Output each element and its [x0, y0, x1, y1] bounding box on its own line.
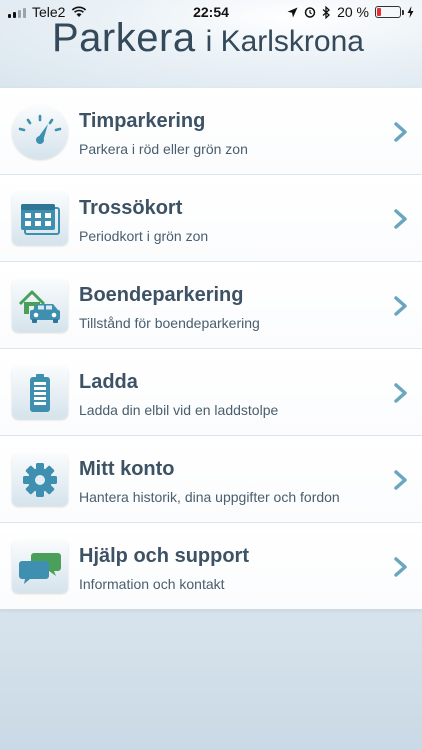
- alarm-icon: [304, 7, 316, 18]
- gear-icon: [12, 453, 68, 506]
- battery-icon: [375, 6, 404, 18]
- charging-bolt-icon: [407, 6, 414, 18]
- battery-percent: 20 %: [337, 4, 369, 20]
- menu-item-boendeparkering[interactable]: Boendeparkering Tillstånd för boendepark…: [0, 262, 422, 349]
- house-car-icon: [12, 279, 68, 332]
- chevron-right-icon: [394, 296, 407, 316]
- menu-item-subtitle: Hantera historik, dina uppgifter och for…: [79, 489, 340, 505]
- menu-item-subtitle: Tillstånd för boendeparkering: [79, 315, 260, 331]
- parking-meter-gauge-icon: [12, 105, 68, 159]
- menu-item-timparkering[interactable]: Timparkering Parkera i röd eller grön zo…: [0, 88, 422, 175]
- menu-item-title: Hjälp och support: [79, 545, 249, 567]
- menu-item-subtitle: Parkera i röd eller grön zon: [79, 141, 248, 157]
- menu-item-title: Ladda: [79, 371, 138, 393]
- logo-subtitle: i Karlskrona: [205, 25, 364, 58]
- chevron-right-icon: [394, 209, 407, 229]
- status-right: 20 %: [287, 4, 414, 20]
- menu-item-subtitle: Information och kontakt: [79, 576, 225, 592]
- chevron-right-icon: [394, 557, 407, 577]
- menu-item-title: Mitt konto: [79, 458, 175, 480]
- battery-fill: [377, 8, 382, 16]
- main-menu: Timparkering Parkera i röd eller grön zo…: [0, 88, 422, 610]
- chat-bubbles-icon: [12, 540, 68, 593]
- menu-item-ladda[interactable]: Ladda Ladda din elbil vid en laddstolpe: [0, 349, 422, 436]
- battery-charge-icon: [12, 366, 68, 419]
- menu-item-mitt-konto[interactable]: Mitt konto Hantera historik, dina uppgif…: [0, 436, 422, 523]
- chevron-right-icon: [394, 122, 407, 142]
- menu-item-title: Boendeparkering: [79, 284, 244, 306]
- bluetooth-icon: [322, 5, 331, 19]
- calendar-cards-icon: [12, 192, 68, 245]
- chevron-right-icon: [394, 470, 407, 490]
- menu-item-hjalp-och-support[interactable]: Hjälp och support Information och kontak…: [0, 523, 422, 610]
- chevron-right-icon: [394, 383, 407, 403]
- status-bar: Tele2 22:54 20 %: [0, 0, 422, 24]
- menu-item-title: Timparkering: [79, 110, 206, 132]
- menu-item-subtitle: Ladda din elbil vid en laddstolpe: [79, 402, 279, 418]
- menu-item-title: Trossökort: [79, 197, 183, 219]
- menu-item-subtitle: Periodkort i grön zon: [79, 228, 209, 244]
- menu-item-trossokort[interactable]: Trossökort Periodkort i grön zon: [0, 175, 422, 262]
- location-arrow-icon: [287, 7, 298, 17]
